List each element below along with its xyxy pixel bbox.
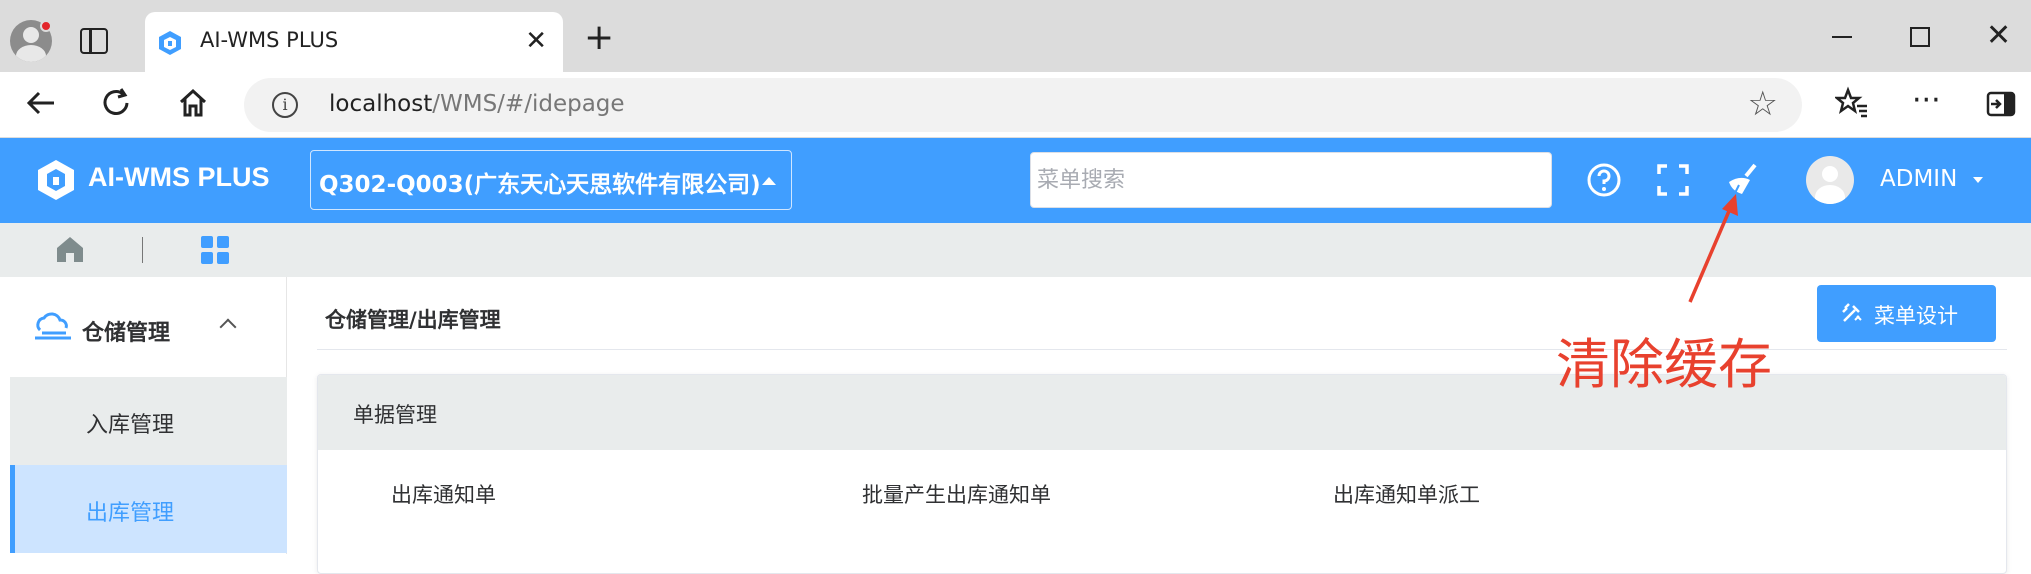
more-icon[interactable]: ··· (1912, 84, 1941, 118)
home-icon[interactable] (176, 86, 210, 120)
sidebar-item-outbound[interactable]: 出库管理 (10, 465, 287, 553)
link-outbound-dispatch[interactable]: 出库通知单派工 (1333, 479, 1480, 509)
sidebar-item-label: 出库管理 (86, 501, 175, 526)
link-batch-outbound-notice[interactable]: 批量产生出库通知单 (862, 479, 1051, 509)
chevron-down-icon[interactable] (1973, 177, 1983, 183)
minimize-icon[interactable] (1832, 36, 1852, 38)
refresh-icon[interactable] (100, 86, 134, 120)
sidebar-icon[interactable] (1986, 90, 2016, 120)
maximize-icon[interactable] (1910, 27, 1930, 47)
tab-title: AI-WMS PLUS (200, 28, 339, 52)
menu-design-label: 菜单设计 (1874, 304, 1958, 328)
main-content: 仓储管理/出库管理 菜单设计 单据管理 出库通知单 批量产生出库通知单 出库通知… (287, 277, 2031, 574)
caret-up-icon (762, 177, 776, 185)
sidebar: 仓储管理 入库管理 出库管理 (0, 277, 287, 554)
back-icon[interactable] (24, 86, 58, 120)
sidebar-item-label: 入库管理 (86, 413, 175, 438)
browser-tab[interactable]: AI-WMS PLUS ✕ (145, 12, 563, 72)
sidebar-group-label: 仓储管理 (82, 321, 171, 346)
browser-toolbar: i localhost/WMS/#/idepage ☆ ··· (0, 72, 2031, 138)
user-name[interactable]: ADMIN (1880, 166, 1957, 192)
breadcrumb: 仓储管理/出库管理 (325, 308, 501, 332)
address-bar[interactable]: i localhost/WMS/#/idepage ☆ (244, 78, 1802, 132)
sidebar-item-inbound[interactable]: 入库管理 (10, 377, 287, 465)
help-icon[interactable] (1584, 160, 1624, 200)
warehouse-cloud-icon (35, 312, 71, 340)
logo-icon (38, 160, 74, 200)
chevron-up-icon (219, 318, 237, 336)
edit-icon (1842, 303, 1862, 322)
app-favicon-icon (159, 31, 181, 55)
close-icon[interactable]: ✕ (525, 26, 547, 56)
tab-actions-icon[interactable] (80, 28, 108, 54)
document-management-card: 单据管理 出库通知单 批量产生出库通知单 出库通知单派工 (317, 374, 2007, 574)
tag-divider (142, 237, 143, 263)
home-tab-icon[interactable] (56, 235, 84, 263)
notification-dot (40, 20, 52, 32)
avatar[interactable] (1806, 156, 1854, 204)
menu-search-input[interactable] (1030, 152, 1552, 208)
url-text: localhost/WMS/#/idepage (329, 91, 625, 117)
new-tab-icon[interactable]: + (584, 20, 614, 56)
company-name: Q302-Q003(广东天心天思软件有限公司) (319, 172, 761, 198)
sidebar-group-warehouse[interactable]: 仓储管理 (0, 277, 287, 377)
menu-design-button[interactable]: 菜单设计 (1817, 285, 1996, 342)
window-close-icon[interactable]: ✕ (1986, 18, 2011, 53)
card-title: 单据管理 (353, 403, 437, 427)
favorites-icon[interactable] (1835, 86, 1869, 120)
info-icon[interactable]: i (272, 92, 298, 118)
browser-tabstrip: AI-WMS PLUS ✕ + ✕ (0, 0, 2031, 72)
favorite-star-icon[interactable]: ☆ (1748, 84, 1778, 124)
dashboard-grid-icon[interactable] (200, 235, 230, 265)
annotation-arrow (1688, 194, 1738, 303)
clear-cache-annotation: 清除缓存 (1556, 333, 1772, 396)
link-outbound-notice[interactable]: 出库通知单 (391, 479, 496, 509)
app-title: AI-WMS PLUS (88, 162, 270, 192)
company-selector[interactable]: Q302-Q003(广东天心天思软件有限公司) (310, 150, 792, 210)
